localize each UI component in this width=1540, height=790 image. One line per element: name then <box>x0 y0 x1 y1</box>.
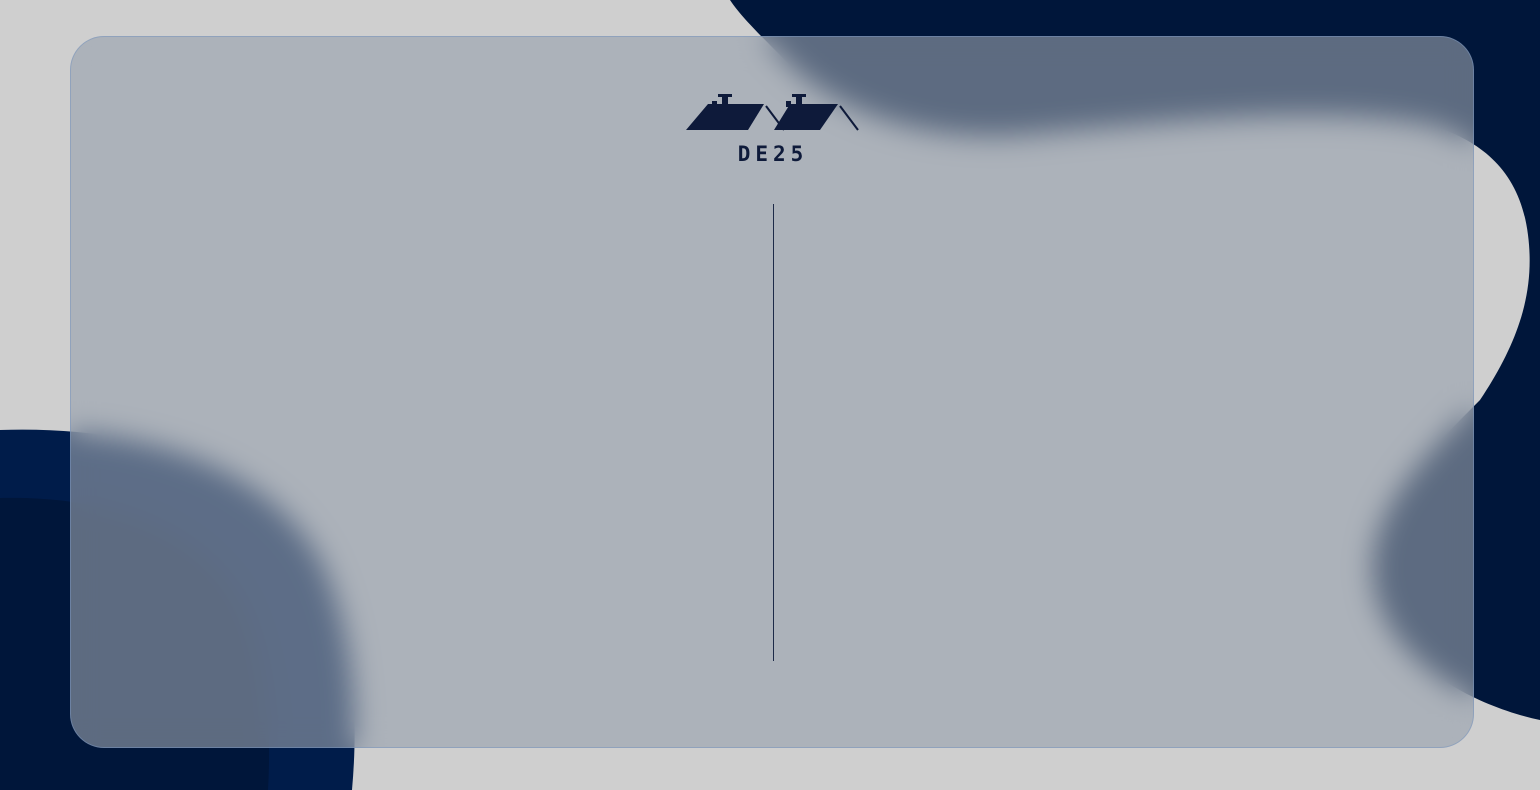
brand-logo: DE25 <box>686 92 860 172</box>
vertical-divider <box>773 204 774 661</box>
two-house-roofs-icon <box>686 94 859 131</box>
login-screen: DE25 <box>0 0 1540 790</box>
brand-name: DE25 <box>737 142 809 166</box>
